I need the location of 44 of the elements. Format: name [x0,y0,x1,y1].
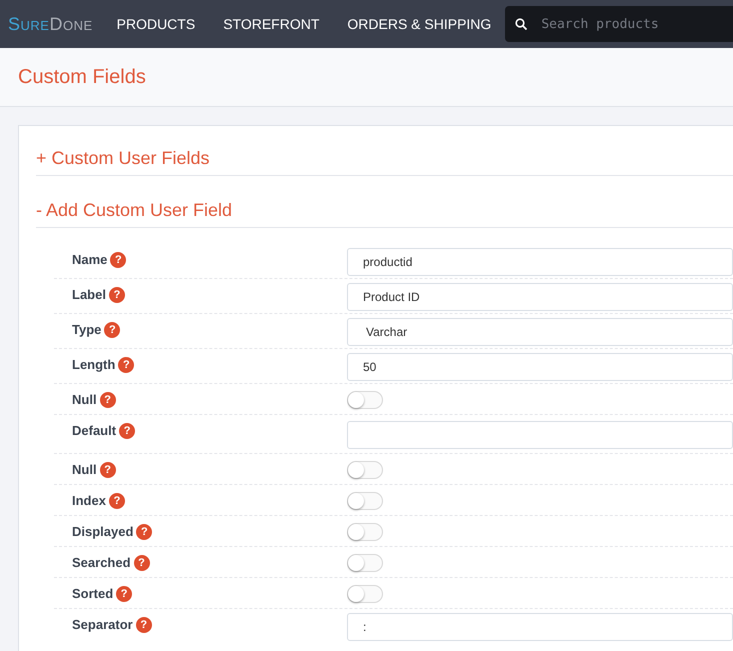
help-icon[interactable]: ? [108,287,125,303]
field-label: Name [72,252,108,267]
field-label: Null [72,392,97,407]
select-field[interactable]: Varchar [347,318,733,346]
toggle-switch[interactable] [347,391,383,409]
help-icon[interactable]: ? [108,493,125,509]
input-field[interactable]: Product ID [347,283,733,311]
section-header[interactable]: - Add Custom User Field [36,194,733,228]
help-icon[interactable]: ? [134,555,150,571]
field-label: Type [72,322,102,337]
field-label: Default [72,423,116,438]
search-field[interactable]: Search products [505,6,733,42]
section-header[interactable]: + Custom User Fields [36,142,733,176]
help-icon[interactable]: ? [116,586,132,602]
toggle-switch[interactable] [347,554,383,572]
input-field[interactable] [347,421,733,449]
toggle-switch[interactable] [347,523,383,541]
input-field[interactable]: productid [347,248,733,276]
field-label: Sorted [72,586,114,601]
help-icon[interactable]: ? [136,617,152,633]
field-label: Searched [72,555,131,570]
page-title: Custom Fields [18,66,146,88]
field-label: Length [72,357,116,372]
toggle-switch[interactable] [347,585,383,603]
input-field[interactable]: 50 [347,353,733,381]
help-icon[interactable]: ? [110,252,126,268]
help-icon[interactable]: ? [136,524,152,540]
field-label: Null [72,462,97,477]
logo-text: SureDone [8,14,93,34]
field-label: Label [72,287,106,302]
help-icon[interactable]: ? [100,462,116,478]
help-icon[interactable]: ? [100,392,116,408]
toggle-switch[interactable] [347,492,383,510]
nav-link[interactable]: ORDERS & SHIPPING [333,16,506,32]
nav-link[interactable]: STOREFRONT [209,16,334,32]
field-label: Separator [72,617,133,632]
nav-link[interactable]: PRODUCTS [102,16,210,32]
help-icon[interactable]: ? [104,322,120,338]
help-icon[interactable]: ? [118,357,134,373]
field-label: Index [72,493,106,508]
help-icon[interactable]: ? [119,423,136,439]
field-label: Displayed [72,524,134,539]
toggle-switch[interactable] [347,461,383,479]
input-field[interactable]: : [347,613,733,641]
